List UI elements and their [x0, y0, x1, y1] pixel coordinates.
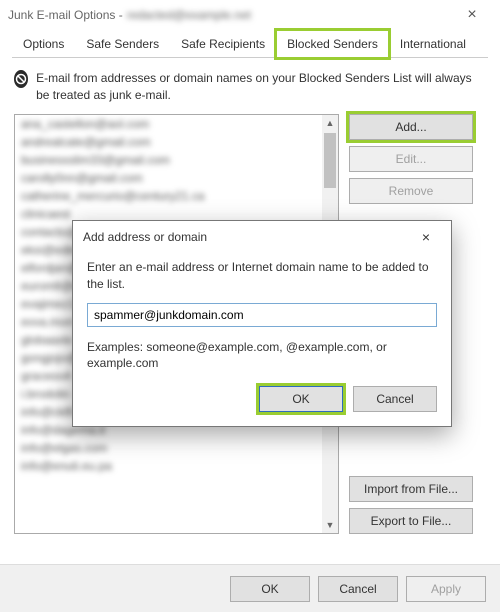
list-item[interactable]: info@enuti.eu.pa: [15, 457, 322, 475]
main-apply-button: Apply: [406, 576, 486, 602]
dialog-footer: OK Cancel Apply: [0, 564, 500, 612]
window-close-button[interactable]: ×: [452, 6, 492, 24]
tab-safe-senders[interactable]: Safe Senders: [75, 30, 170, 58]
blocked-icon: [14, 70, 28, 88]
tab-safe-recipients[interactable]: Safe Recipients: [170, 30, 276, 58]
tab-blocked-senders[interactable]: Blocked Senders: [276, 30, 389, 58]
edit-button: Edit...: [349, 146, 473, 172]
description-text: E-mail from addresses or domain names on…: [36, 70, 486, 104]
list-item[interactable]: catherine_mercurio@century21.ca: [15, 187, 322, 205]
main-ok-button[interactable]: OK: [230, 576, 310, 602]
address-input[interactable]: [87, 303, 437, 327]
window-title: Junk E-mail Options -: [8, 8, 123, 22]
list-item[interactable]: info@elgas.com: [15, 439, 322, 457]
dialog-title: Add address or domain: [83, 230, 207, 244]
list-item[interactable]: carolly0nn@gmail.com: [15, 169, 322, 187]
title-bar: Junk E-mail Options - redacted@example.n…: [0, 0, 500, 30]
scroll-thumb[interactable]: [324, 133, 336, 188]
window-title-email: redacted@example.net: [127, 8, 251, 22]
main-cancel-button[interactable]: Cancel: [318, 576, 398, 602]
scroll-up-arrow[interactable]: ▲: [322, 115, 338, 131]
list-item[interactable]: businessslim33@gmail.com: [15, 151, 322, 169]
list-item[interactable]: andrealcate@gmail.com: [15, 133, 322, 151]
scroll-down-arrow[interactable]: ▼: [322, 517, 338, 533]
tab-strip: Options Safe Senders Safe Recipients Blo…: [0, 30, 500, 58]
dialog-cancel-button[interactable]: Cancel: [353, 386, 437, 412]
dialog-ok-button[interactable]: OK: [259, 386, 343, 412]
tab-options[interactable]: Options: [12, 30, 75, 58]
dialog-examples: Examples: someone@example.com, @example.…: [87, 339, 437, 373]
tab-international[interactable]: International: [389, 30, 477, 58]
dialog-close-button[interactable]: ×: [411, 229, 441, 245]
dialog-prompt: Enter an e-mail address or Internet doma…: [87, 259, 437, 293]
import-from-file-button[interactable]: Import from File...: [349, 476, 473, 502]
add-address-dialog: Add address or domain × Enter an e-mail …: [72, 220, 452, 427]
list-item[interactable]: ana_castellon@aol.com: [15, 115, 322, 133]
remove-button: Remove: [349, 178, 473, 204]
add-button[interactable]: Add...: [349, 114, 473, 140]
export-to-file-button[interactable]: Export to File...: [349, 508, 473, 534]
